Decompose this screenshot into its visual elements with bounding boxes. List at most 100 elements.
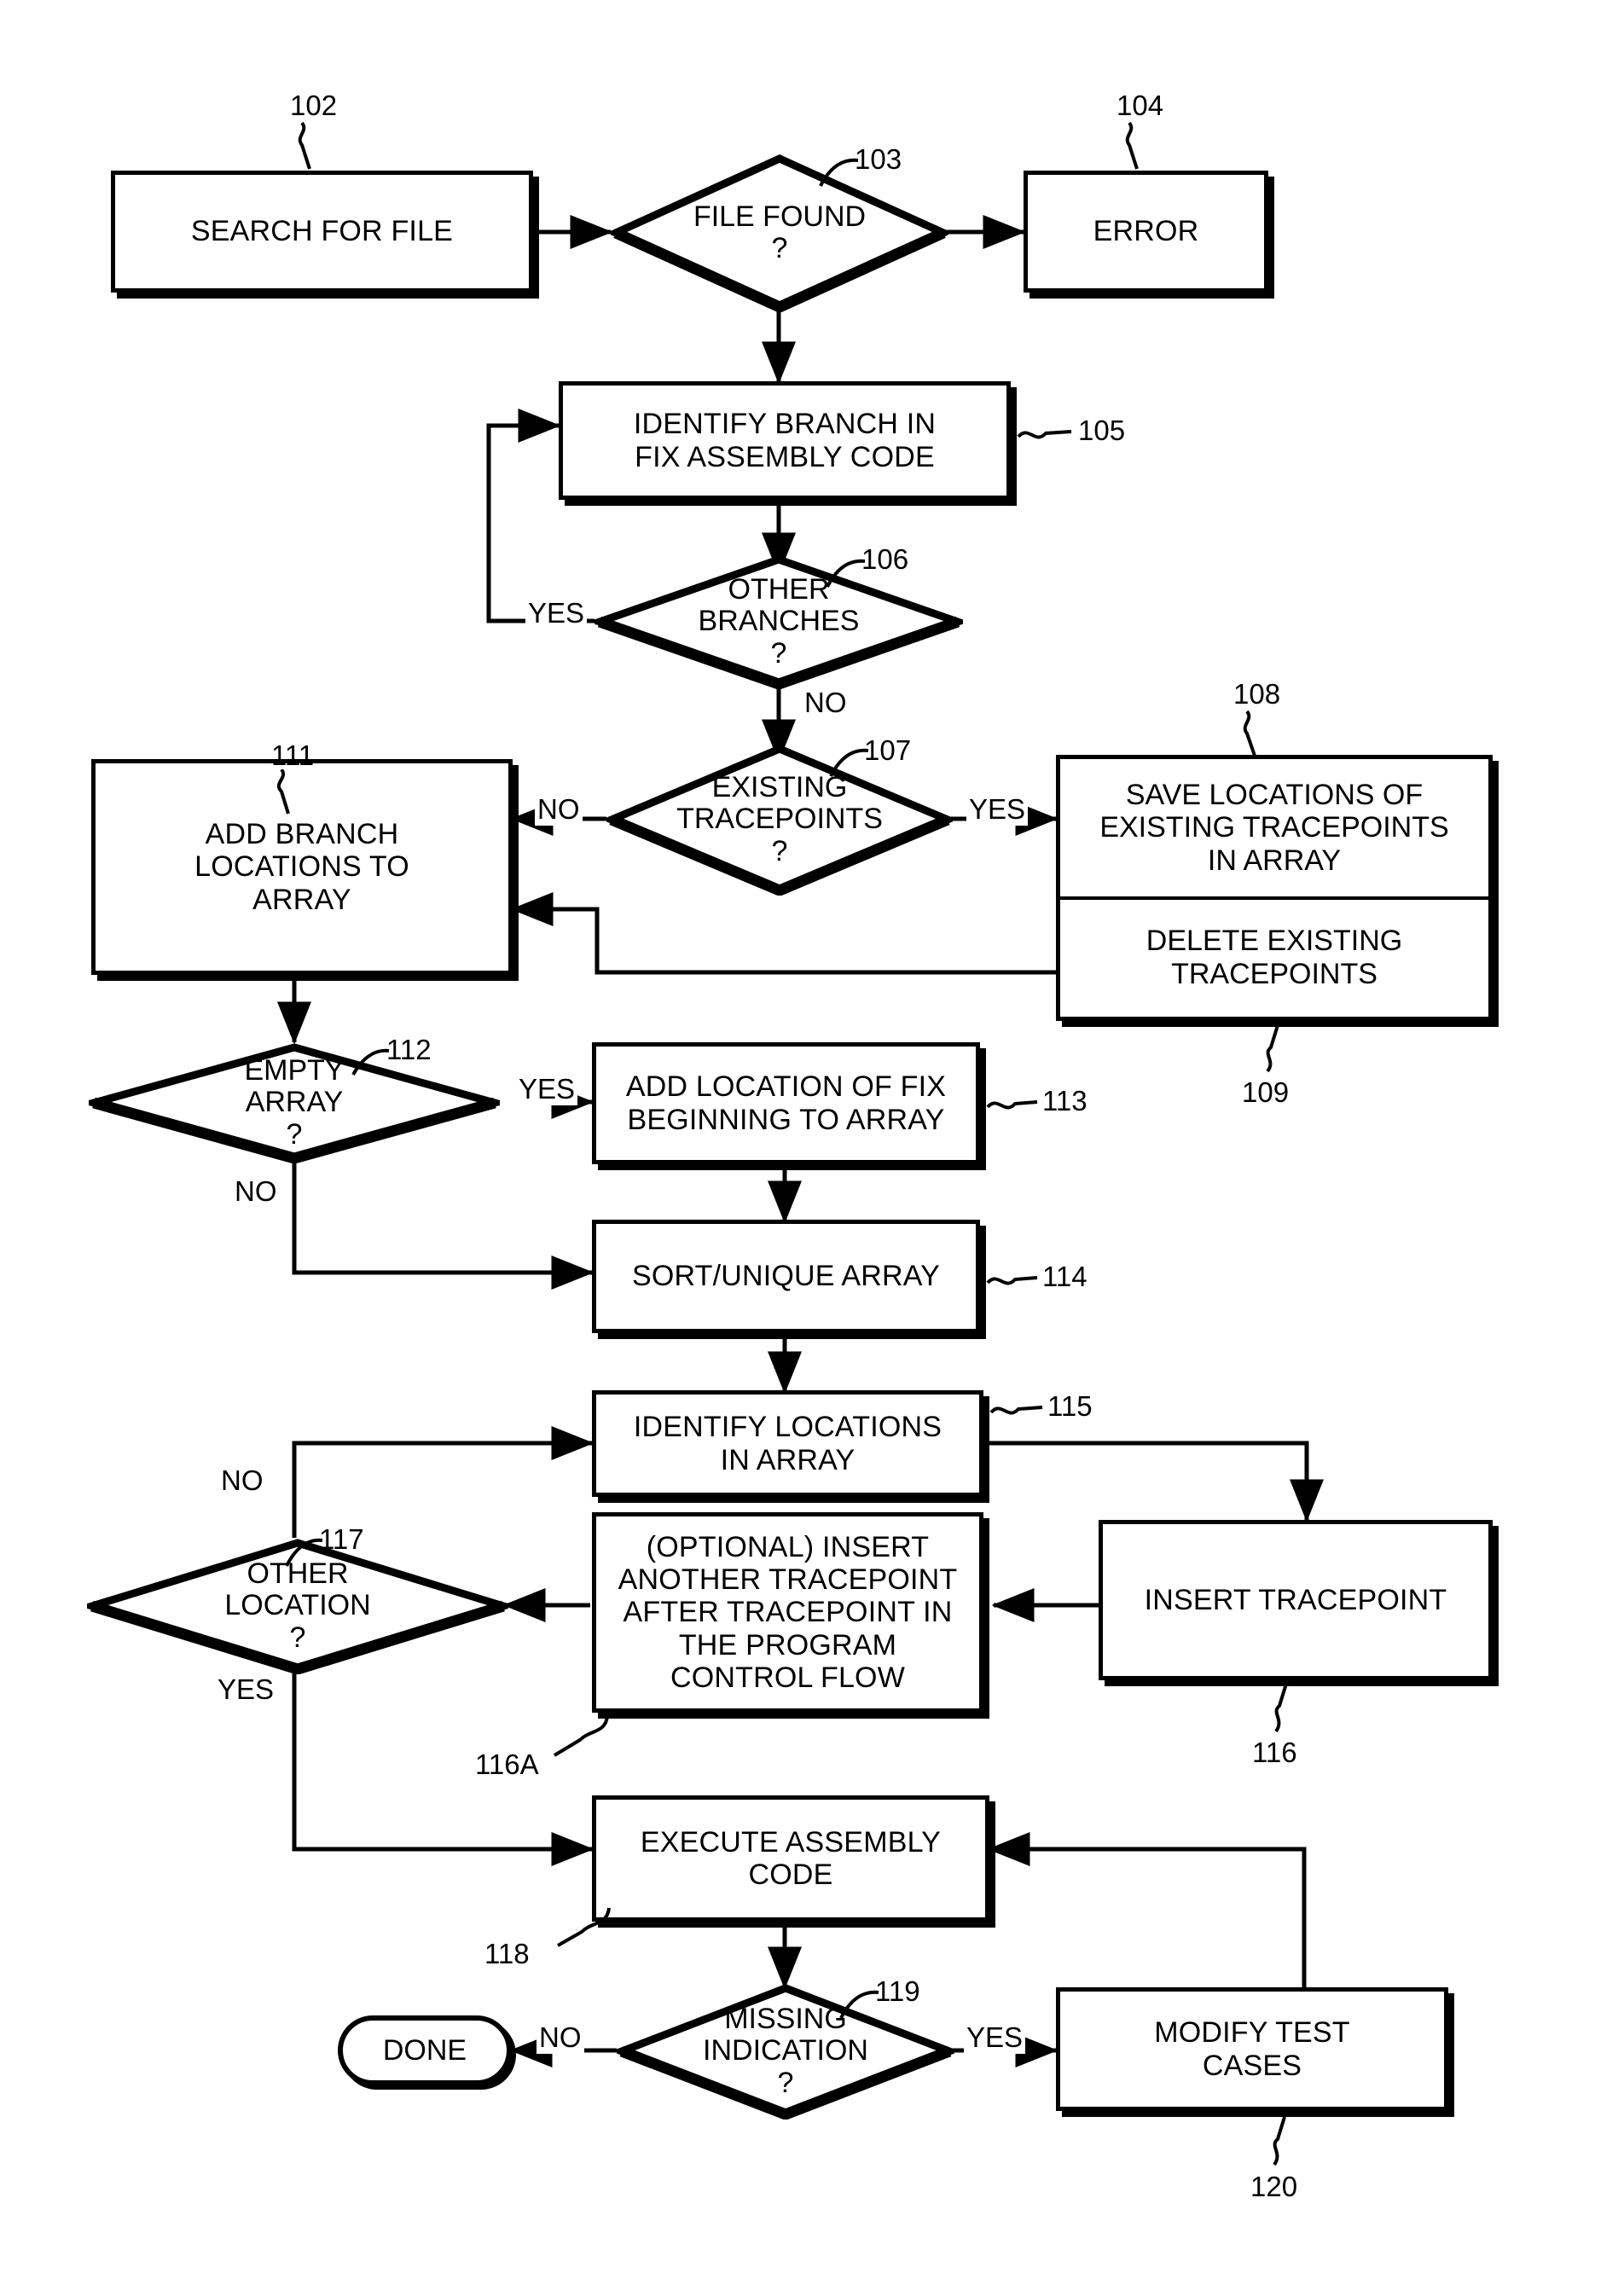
line-1: MODIFY TEST (1154, 2016, 1350, 2050)
ref-number-111: 111 (271, 739, 315, 771)
line-1: IDENTIFY BRANCH IN (633, 408, 937, 441)
node-empty-array-decision[interactable]: EMPTY ARRAY ? (79, 1042, 509, 1164)
leader-113 (986, 1100, 1038, 1110)
line-3: IN ARRAY (1207, 844, 1342, 877)
node-label: ADD BRANCH LOCATIONS TO ARRAY (189, 818, 415, 915)
decision-line-2: TRACEPOINTS (676, 803, 883, 836)
ref-number-114: 114 (1042, 1261, 1088, 1292)
node-label: EMPTY ARRAY ? (89, 1042, 500, 1163)
line-2: IN ARRAY (720, 1443, 856, 1476)
leader-114 (986, 1276, 1038, 1285)
line-2: BEGINNING TO ARRAY (627, 1103, 945, 1136)
node-label: ERROR (1093, 215, 1199, 248)
line-2: CASES (1202, 2049, 1302, 2082)
ref-number-108: 108 (1233, 678, 1281, 710)
leader-106 (826, 559, 866, 588)
node-label: MODIFY TEST CASES (1149, 2016, 1355, 2081)
edge-label-missing-no: NO (536, 2021, 584, 2054)
node-label: FILE FOUND ? (611, 154, 948, 312)
leader-108 (1243, 710, 1256, 757)
ref-number-120: 120 (1250, 2171, 1298, 2202)
leader-119 (839, 1990, 879, 2019)
edge-label-location-no: NO (218, 1464, 266, 1497)
ref-number-104: 104 (1116, 90, 1164, 121)
node-label: INSERT TRACEPOINT (1144, 1583, 1447, 1616)
node-label: SEARCH FOR FILE (190, 215, 454, 248)
node-identify-branch[interactable]: IDENTIFY BRANCH IN FIX ASSEMBLY CODE (559, 381, 1011, 500)
ref-number-115: 115 (1047, 1390, 1093, 1422)
node-label: EXECUTE ASSEMBLY CODE (635, 1826, 946, 1891)
line-1: ADD LOCATION OF FIX (625, 1070, 947, 1104)
decision-line-1: FILE FOUND (693, 200, 867, 233)
line-2: EXISTING TRACEPOINTS (1099, 811, 1449, 844)
line-1: IDENTIFY LOCATIONS (633, 1411, 942, 1444)
node-label: IDENTIFY LOCATIONS IN ARRAY (629, 1411, 947, 1476)
node-optional-insert-another-tracepoint[interactable]: (OPTIONAL) INSERT ANOTHER TRACEPOINT AFT… (592, 1512, 983, 1713)
node-label: DONE (382, 2033, 467, 2067)
node-save-delete-tracepoints[interactable]: SAVE LOCATIONS OF EXISTING TRACEPOINTS I… (1056, 755, 1493, 1021)
node-done-terminator[interactable]: DONE (338, 2015, 512, 2085)
leader-111 (276, 769, 290, 815)
leader-104 (1125, 121, 1139, 170)
node-insert-tracepoint[interactable]: INSERT TRACEPOINT (1099, 1520, 1493, 1680)
ref-number-118: 118 (484, 1938, 530, 1969)
leader-116 (1274, 1683, 1288, 1733)
decision-line-2: BRANCHES (698, 605, 860, 638)
line-2: FIX ASSEMBLY CODE (635, 440, 935, 473)
line-1: ADD BRANCH (205, 818, 399, 851)
line-1: SAVE LOCATIONS OF (1125, 779, 1424, 812)
leader-117 (285, 1538, 323, 1567)
ref-number-102: 102 (290, 90, 338, 121)
leader-115 (989, 1406, 1043, 1415)
ref-number-105: 105 (1078, 415, 1126, 446)
leader-116A (553, 1715, 609, 1757)
decision-line-3: ? (286, 1117, 303, 1151)
node-label: IDENTIFY BRANCH IN FIX ASSEMBLY CODE (629, 408, 941, 473)
line-1: EXECUTE ASSEMBLY (640, 1825, 942, 1859)
edge-label-branches-no: NO (802, 687, 850, 719)
edge-label-tracepoints-no: NO (535, 793, 583, 826)
decision-line-2: ? (771, 232, 788, 264)
node-identify-locations[interactable]: IDENTIFY LOCATIONS IN ARRAY (592, 1390, 983, 1497)
leader-112 (351, 1048, 390, 1076)
leader-120 (1273, 2116, 1286, 2166)
decision-line-3: ? (777, 2066, 794, 2099)
edge-label-location-yes: YES (215, 1673, 277, 1706)
line-2: TRACEPOINTS (1171, 957, 1378, 990)
edge-label-branches-yes: YES (525, 597, 588, 629)
edge-label-empty-yes: YES (516, 1073, 578, 1105)
node-add-fix-beginning[interactable]: ADD LOCATION OF FIX BEGINNING TO ARRAY (592, 1042, 980, 1164)
leader-109 (1266, 1024, 1279, 1073)
node-file-found-decision[interactable]: FILE FOUND ? (606, 154, 953, 314)
decision-line-3: ? (771, 834, 788, 867)
leader-118 (557, 1907, 611, 1947)
line-1: DELETE EXISTING (1146, 925, 1403, 958)
line-2: ANOTHER TRACEPOINT (618, 1563, 958, 1597)
edge-label-missing-yes: YES (964, 2021, 1026, 2054)
line-2: LOCATIONS TO (194, 850, 409, 884)
node-label: (OPTIONAL) INSERT ANOTHER TRACEPOINT AFT… (613, 1531, 963, 1693)
leader-103 (819, 158, 859, 187)
line-3: AFTER TRACEPOINT IN (623, 1596, 953, 1629)
decision-line-2: INDICATION (703, 2034, 868, 2067)
line-1: (OPTIONAL) INSERT (646, 1531, 930, 1564)
line-4: THE PROGRAM (678, 1628, 897, 1661)
edge-label-empty-no: NO (232, 1175, 280, 1208)
ref-number-116: 116 (1252, 1737, 1297, 1768)
node-error[interactable]: ERROR (1024, 171, 1268, 293)
node-delete-tracepoints[interactable]: DELETE EXISTING TRACEPOINTS (1060, 900, 1488, 1015)
leader-102 (298, 121, 311, 170)
ref-number-109: 109 (1242, 1076, 1290, 1108)
decision-line-3: ? (770, 636, 787, 670)
node-modify-test-cases[interactable]: MODIFY TEST CASES (1056, 1987, 1448, 2111)
node-search-for-file[interactable]: SEARCH FOR FILE (111, 171, 533, 293)
node-execute-assembly-code[interactable]: EXECUTE ASSEMBLY CODE (592, 1795, 989, 1922)
node-sort-unique-array[interactable]: SORT/UNIQUE ARRAY (592, 1220, 980, 1333)
ref-number-116A: 116A (475, 1748, 539, 1780)
line-2: CODE (748, 1859, 833, 1891)
node-save-locations[interactable]: SAVE LOCATIONS OF EXISTING TRACEPOINTS I… (1060, 759, 1488, 900)
leader-107 (829, 748, 869, 777)
decision-line-2: ARRAY (245, 1086, 344, 1119)
leader-105 (1017, 430, 1072, 439)
line-5: CONTROL FLOW (670, 1661, 905, 1694)
